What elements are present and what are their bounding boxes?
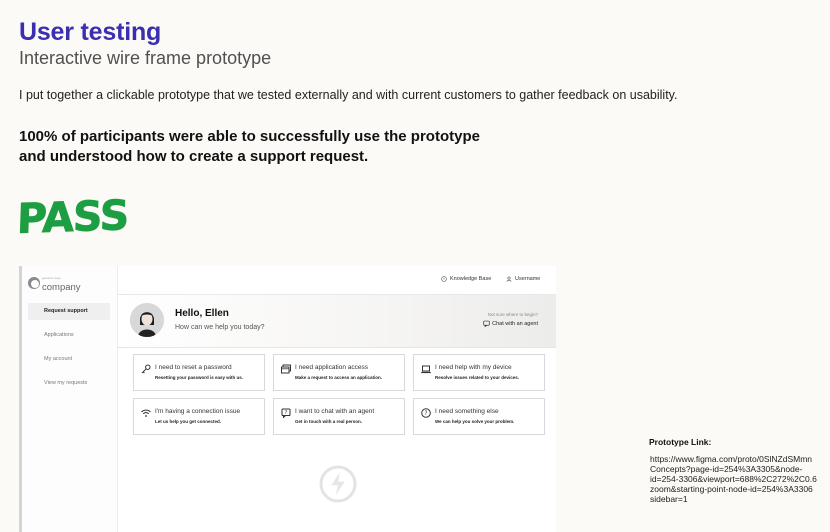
card-title: I want to chat with an agent (295, 408, 375, 415)
card-title: I need to reset a password (155, 364, 232, 371)
page-title: User testing (19, 18, 162, 46)
card-subtitle: Make a request to access an application. (295, 375, 383, 380)
card-subtitle: We can help you solve your problem. (435, 419, 515, 424)
page-subtitle: Interactive wire frame prototype (19, 48, 272, 68)
laptop-icon (421, 365, 431, 374)
logo-name: company (42, 282, 81, 293)
welcome-banner: Hello, Ellen How can we help you today? … (118, 295, 556, 348)
chat-bubble-icon (483, 320, 490, 327)
key-icon (141, 364, 151, 374)
username-label: Username (515, 276, 541, 282)
pass-stamp: PASS (16, 191, 130, 244)
card-title: I need something else (435, 408, 499, 415)
prototype-link-url[interactable]: https://www.figma.com/proto/0SlNZdSMmn C… (650, 454, 830, 504)
card-subtitle: Resolve issues related to your devices. (435, 375, 520, 380)
prototype-link-label: Prototype Link: (649, 437, 712, 447)
chat-question-icon: ? (281, 408, 291, 418)
card-reset-password[interactable]: I need to reset a password Resetting you… (133, 354, 265, 391)
app-window-icon (281, 364, 291, 374)
result-line-2: and understood how to create a support r… (19, 148, 369, 165)
card-device-help[interactable]: I need help with my device Resolve issue… (413, 354, 545, 391)
sidebar: generic logo company Request support App… (22, 266, 118, 532)
svg-text:?: ? (285, 410, 288, 416)
help-question: How can we help you today? (175, 324, 265, 331)
result-text: 100% of participants were able to succes… (19, 127, 579, 167)
prototype-screenshot: generic logo company Request support App… (19, 266, 556, 532)
sidebar-item-request-support[interactable]: Request support (28, 303, 110, 320)
card-subtitle: Let us help you get connected. (155, 419, 222, 424)
result-line-1: 100% of participants were able to succes… (19, 128, 480, 145)
company-logo: generic logo company (28, 274, 81, 292)
card-title: I need application access (295, 364, 368, 371)
svg-text:?: ? (424, 410, 427, 417)
chat-agent-label: Chat with an agent (492, 320, 538, 327)
intro-text: I put together a clickable prototype tha… (19, 88, 678, 102)
card-subtitle: Get in touch with a real person. (295, 419, 363, 424)
knowledge-base-label: Knowledge Base (450, 276, 492, 282)
chat-agent-link[interactable]: Chat with an agent (483, 320, 538, 327)
card-connection-issue[interactable]: I'm having a connection issue Let us hel… (133, 398, 265, 435)
card-title: I'm having a connection issue (155, 408, 241, 415)
avatar (130, 303, 164, 337)
sidebar-item-my-account[interactable]: My account (28, 351, 110, 368)
logo-mark-icon (28, 277, 40, 289)
lightbulb-icon (441, 276, 447, 282)
card-title: I need help with my device (435, 364, 512, 371)
username-menu[interactable]: Username (506, 276, 540, 282)
sidebar-item-applications[interactable]: Applications (28, 327, 110, 344)
user-icon (506, 276, 512, 282)
card-something-else[interactable]: ? I need something else We can help you … (413, 398, 545, 435)
lightning-bolt-icon (319, 465, 357, 503)
not-sure-text: Not sure where to begin? (487, 312, 538, 317)
sidebar-item-view-requests[interactable]: View my requests (28, 375, 110, 392)
card-chat-agent[interactable]: ? I want to chat with an agent Get in to… (273, 398, 405, 435)
wifi-icon (141, 409, 151, 417)
card-subtitle: Resetting your password is easy with us. (155, 375, 244, 380)
card-application-access[interactable]: I need application access Make a request… (273, 354, 405, 391)
knowledge-base-link[interactable]: Knowledge Base (441, 276, 491, 282)
greeting: Hello, Ellen (175, 308, 229, 319)
top-bar: Knowledge Base Username (118, 266, 556, 295)
question-circle-icon: ? (421, 408, 431, 418)
